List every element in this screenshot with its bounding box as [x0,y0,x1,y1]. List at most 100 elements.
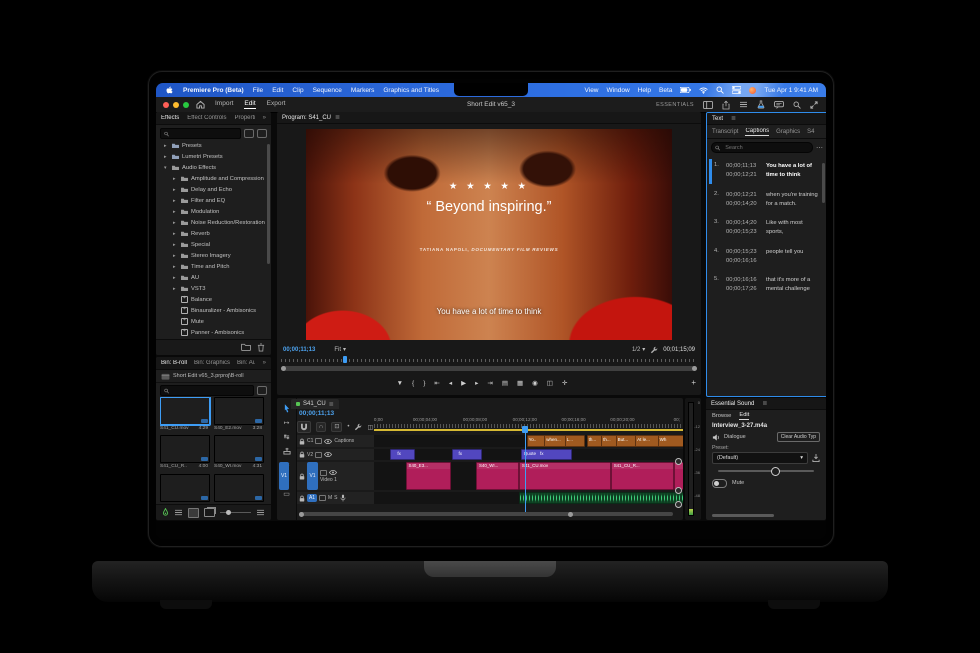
track-resize-knob[interactable] [675,458,682,465]
effects-tree-item[interactable]: ▸ Filter and EQ [156,195,271,206]
caption-text[interactable]: people tell you [766,248,820,267]
caption-timecodes[interactable]: 00;00;16;1600;00;17;26 [726,276,762,295]
pen-project-icon[interactable] [162,508,169,517]
timeline-current-timecode[interactable]: 00;00;11;13 [299,410,334,417]
linked-selection-icon[interactable]: ∩ [316,422,326,432]
bin-tab[interactable]: Bin: B-roll [161,360,187,366]
panel-tab[interactable]: Effects [161,115,179,121]
work-area-bar[interactable] [374,429,683,431]
audio-type-label[interactable]: Dialogue [724,434,746,440]
bin-clip-item[interactable]: S40_E2.mov 3:28 [214,397,262,431]
apple-menu-icon[interactable] [165,86,174,95]
new-item-icon[interactable] [256,509,265,516]
effects-tree-item[interactable]: ▸ Modulation [156,206,271,217]
video-clip[interactable] [674,462,683,490]
list-view-icon[interactable] [174,509,183,516]
text-subtab[interactable]: Transcript [712,128,738,136]
effects-scrollbar[interactable] [267,144,270,264]
source-patch-v1[interactable]: V1 [279,462,289,490]
wifi-icon[interactable] [699,86,708,94]
video-clip[interactable]: S40_WI... [476,462,519,490]
timeline-settings-wrench-icon[interactable] [354,423,362,431]
captions-options-icon[interactable]: ⋯ [816,144,823,152]
panel-tab[interactable]: Propertie [234,115,254,121]
track-target-a1[interactable]: A1 [307,494,317,502]
bin-search-field[interactable] [172,387,250,395]
menu-item[interactable]: Help [638,87,651,94]
chevron-icon[interactable]: ▸ [164,154,169,160]
timeline-scrollbar[interactable] [299,512,673,516]
audio-effects-badge-icon[interactable] [257,129,267,138]
program-video-frame[interactable]: ★ ★ ★ ★ ★ “ Beyond inspiring.” TATIANA N… [306,129,672,340]
transport-button[interactable]: ▤ [502,379,508,389]
caption-row[interactable]: 5. 00;00;16;1600;00;17;26 that it's more… [708,271,822,300]
captions-search-input[interactable] [711,142,813,153]
panel-menu-icon[interactable]: ≣ [731,115,736,122]
video-clip[interactable]: S40_E3... [406,462,452,490]
transport-button[interactable]: ▼ [397,379,403,389]
effects-tree-item[interactable]: ▸ AU [156,272,271,283]
menu-item[interactable]: Clip [292,87,303,94]
effects-tree-item[interactable]: Balance [156,294,271,305]
caption-clip[interactable]: At le... [635,435,661,447]
menu-item[interactable]: Window [607,87,630,94]
nest-sequence-icon[interactable]: ⊡ [331,422,342,432]
caption-text[interactable]: Like with most sports, [766,219,820,238]
video-clip[interactable]: S41_CU_R... [611,462,674,490]
program-mini-ruler[interactable] [281,357,697,363]
transport-button[interactable]: ◂ [449,379,452,389]
scrollbar-knob-left[interactable] [281,366,286,371]
bin-search-input[interactable] [160,385,254,396]
stacked-panels-icon[interactable] [739,101,748,108]
program-scrollbar[interactable] [281,366,697,371]
graphic-clip[interactable]: Quote fx [521,449,572,460]
solo-track-button[interactable]: S [334,495,337,501]
effects-tree-item[interactable]: Panner - Ambisonics [156,327,271,338]
track-select-tool[interactable]: ↦ [284,419,290,427]
menu-item[interactable]: Edit [272,87,283,94]
caption-timecodes[interactable]: 00;00;11;1300;00;12;21 [726,162,762,181]
bin-clip-item[interactable]: S41_CU_R.. 4:00 [160,435,208,469]
tab-overflow-icon[interactable]: » [263,115,266,121]
graphic-clip[interactable]: fx [452,449,482,460]
chevron-icon[interactable]: ▸ [173,209,178,215]
caption-row[interactable]: 1. 00;00;11;1300;00;12;21 You have a lot… [708,157,822,186]
effects-tree-item[interactable]: ▸ Delay and Echo [156,184,271,195]
program-current-timecode[interactable]: 00;00;11;13 [283,347,315,353]
transport-button[interactable]: ▶ [461,379,466,389]
captions-search-field[interactable] [723,144,809,152]
fullscreen-icon[interactable] [810,101,818,109]
eye-icon[interactable] [324,439,332,444]
bin-filter-icon[interactable] [257,386,267,395]
caption-text[interactable]: You have a lot of time to think [766,162,820,181]
program-playhead[interactable] [343,356,347,363]
essential-sound-subtab[interactable]: Edit [739,412,749,420]
menu-item[interactable]: Premiere Pro (Beta) [183,87,244,94]
delete-icon[interactable] [257,343,265,352]
caption-clip[interactable]: L... [565,435,585,447]
zoom-tool-icon[interactable] [793,101,801,109]
clear-audio-type-button[interactable]: Clear Audio Typ [777,432,820,442]
transport-button[interactable]: ◫ [547,379,553,389]
track-label[interactable]: V2 [307,452,313,458]
sync-lock-icon[interactable] [319,495,326,501]
workspace-layout-icon[interactable] [703,101,713,109]
captions-display-icon[interactable]: ◫ [367,424,373,431]
essential-sound-scrollbar[interactable] [712,514,774,517]
chevron-icon[interactable]: ▸ [173,253,178,259]
menu-bar-clock[interactable]: Tue Apr 1 9:41 AM [764,87,818,94]
text-subtab[interactable]: Captions [745,128,769,136]
app-status-icon[interactable] [749,87,756,94]
caption-timecodes[interactable]: 00;00;12;2100;00;14;20 [726,191,762,210]
timeline-ruler[interactable]: 00;0000;00;04;0000;00;08;0000;00;12;0000… [374,411,683,433]
bin-tab[interactable]: Bin: Graphics [194,360,230,366]
caption-timecodes[interactable]: 00;00;14;2000;00;15;23 [726,219,762,238]
accelerated-effects-badge-icon[interactable] [244,129,254,138]
effects-tree-item[interactable]: ▸ Stereo Imagery [156,250,271,261]
playback-resolution-dropdown[interactable]: 1/2▾ [632,346,645,353]
settings-wrench-icon[interactable] [650,346,658,354]
chevron-icon[interactable]: ▸ [173,286,178,292]
transport-button[interactable]: { [412,379,414,389]
feedback-chat-icon[interactable] [774,101,784,109]
program-monitor-tab[interactable]: Program: S41_CU [282,115,331,121]
